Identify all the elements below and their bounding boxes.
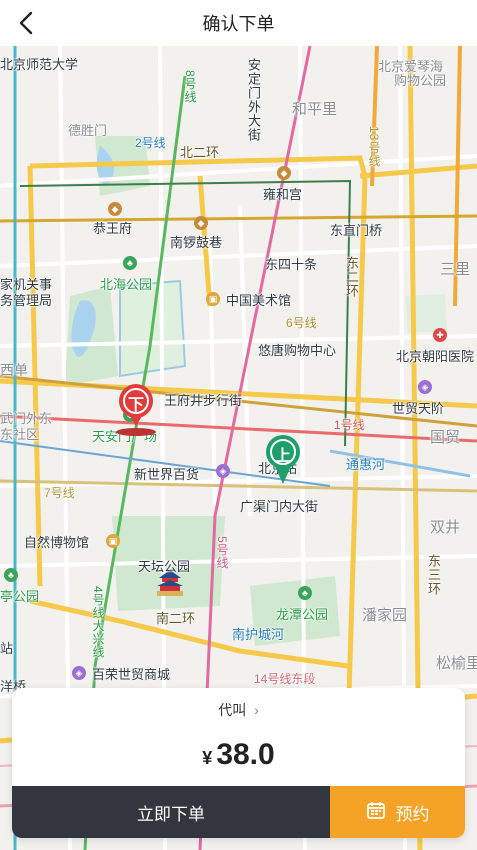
- price-amount: 38.0: [216, 738, 275, 771]
- map-label-line4: 4号线大兴线: [91, 586, 105, 659]
- museum-icon: ▣: [106, 534, 120, 548]
- calendar-icon: [366, 800, 386, 825]
- shopping-icon: ◈: [418, 380, 432, 394]
- map-label-bairong: 百荣世贸商城: [92, 667, 171, 682]
- park-icon: ♣: [4, 568, 18, 582]
- map-label-guomao: 国贸: [430, 429, 461, 446]
- map-label-dongsanhuan: 东三环: [426, 554, 441, 596]
- landmark-icon: ◆: [108, 202, 122, 216]
- price-currency: ¥: [202, 748, 213, 768]
- map-label-line2: 2号线: [135, 136, 166, 150]
- pickup-pin-icon[interactable]: 上: [263, 434, 303, 486]
- map-label-guanliju: 务管理局: [0, 293, 53, 308]
- car-type-label: 代叫: [218, 702, 247, 718]
- car-type-selector[interactable]: 代叫 ›: [12, 700, 465, 720]
- shopping-icon: ◈: [216, 464, 230, 478]
- top-bar: 确认下单: [0, 0, 477, 46]
- dropoff-pin-icon[interactable]: 下: [113, 382, 159, 438]
- back-arrow-icon[interactable]: [14, 10, 40, 36]
- map-label-beihai: 北海公园: [100, 277, 153, 292]
- price-display: ¥38.0: [12, 738, 465, 772]
- map-label-nanluoguxiang: 南锣鼓巷: [170, 235, 223, 250]
- map-label-zhan: 站: [0, 641, 14, 656]
- map-label-tiantan: 天坛公园: [138, 559, 191, 574]
- map-label-nanerhuan: 南二环: [156, 611, 196, 626]
- map-label-meishuguan: 中国美术馆: [226, 293, 292, 308]
- landmark-icon: ◆: [194, 216, 208, 230]
- map-label-longtan: 龙潭公园: [276, 607, 329, 622]
- map-label-tonghuihe: 通惠河: [346, 457, 386, 472]
- map-label-bowuguan: 自然博物馆: [24, 535, 90, 550]
- shopping-icon: ◈: [72, 666, 86, 680]
- map-label-aiqinhai-mall: 购物公园: [394, 73, 447, 88]
- map-label-andingmen: 安定门外大街: [246, 58, 261, 142]
- dropoff-badge: 下: [127, 397, 144, 414]
- map-label-chaoyang: 北京朝阳医院: [396, 349, 475, 364]
- place-order-label: 立即下单: [137, 804, 205, 824]
- park-icon: ♣: [298, 586, 312, 600]
- map-label-line1: 1号线: [334, 418, 365, 432]
- landmark-icon: ◆: [277, 166, 291, 180]
- reserve-button[interactable]: 预约: [330, 786, 465, 838]
- map-label-dongzhimenqiao: 东直门桥: [330, 223, 383, 238]
- map-label-panjiayuan: 潘家园: [362, 607, 408, 624]
- chevron-right-icon: ›: [254, 702, 259, 718]
- map-label-shequ: 东社区: [0, 427, 40, 442]
- hospital-icon: ✚: [433, 328, 447, 342]
- map-label-wangfujing: 王府井步行街: [164, 393, 243, 408]
- map-label-dongsishitiao: 东四十条: [265, 257, 318, 272]
- map-label-line6: 6号线: [286, 316, 317, 330]
- map-label-hepingli: 和平里: [292, 101, 338, 118]
- map-label-line5: 5号线: [215, 536, 229, 570]
- pickup-badge: 上: [274, 448, 291, 465]
- map-label-bnu: 北京师范大学: [0, 57, 79, 72]
- reserve-label: 预约: [395, 804, 430, 824]
- map-label-shuangjing: 双井: [430, 519, 461, 536]
- map-label-deshengmen: 德胜门: [68, 123, 108, 138]
- place-order-button[interactable]: 立即下单: [12, 786, 330, 838]
- map-label-dongerhuan: 东二环: [344, 256, 359, 298]
- map-label-shimao: 世贸天阶: [392, 401, 445, 416]
- map-label-line13: 13号线: [367, 126, 381, 168]
- park-icon: ♣: [123, 256, 137, 270]
- map-label-youtang: 悠唐购物中心: [258, 343, 337, 358]
- map-label-songyuli: 松榆里: [436, 655, 477, 672]
- map-label-xidan: 西单: [0, 362, 28, 378]
- map-label-yonghegong: 雍和宫: [263, 187, 303, 202]
- map-label-line14: 14号线东段: [254, 672, 316, 686]
- map-label-xinshijie: 新世界百货: [134, 467, 200, 482]
- map-label-sanlitun: 三里: [440, 261, 471, 278]
- page-title: 确认下单: [202, 14, 275, 34]
- map-label-line8: 8号线: [183, 70, 197, 104]
- map-label-gongwangfu: 恭王府: [93, 221, 133, 236]
- map-label-huchenghe: 南护城河: [232, 627, 285, 642]
- museum-icon: ▣: [206, 292, 220, 306]
- map-label-guangqumen: 广渠门内大街: [240, 499, 319, 514]
- map-label-taoranting: 亭公园: [0, 589, 40, 604]
- map-label-line7: 7号线: [44, 486, 75, 500]
- map-label-beierhuan: 北二环: [180, 145, 220, 160]
- order-card: 代叫 › ¥38.0 立即下单 预约: [12, 688, 465, 838]
